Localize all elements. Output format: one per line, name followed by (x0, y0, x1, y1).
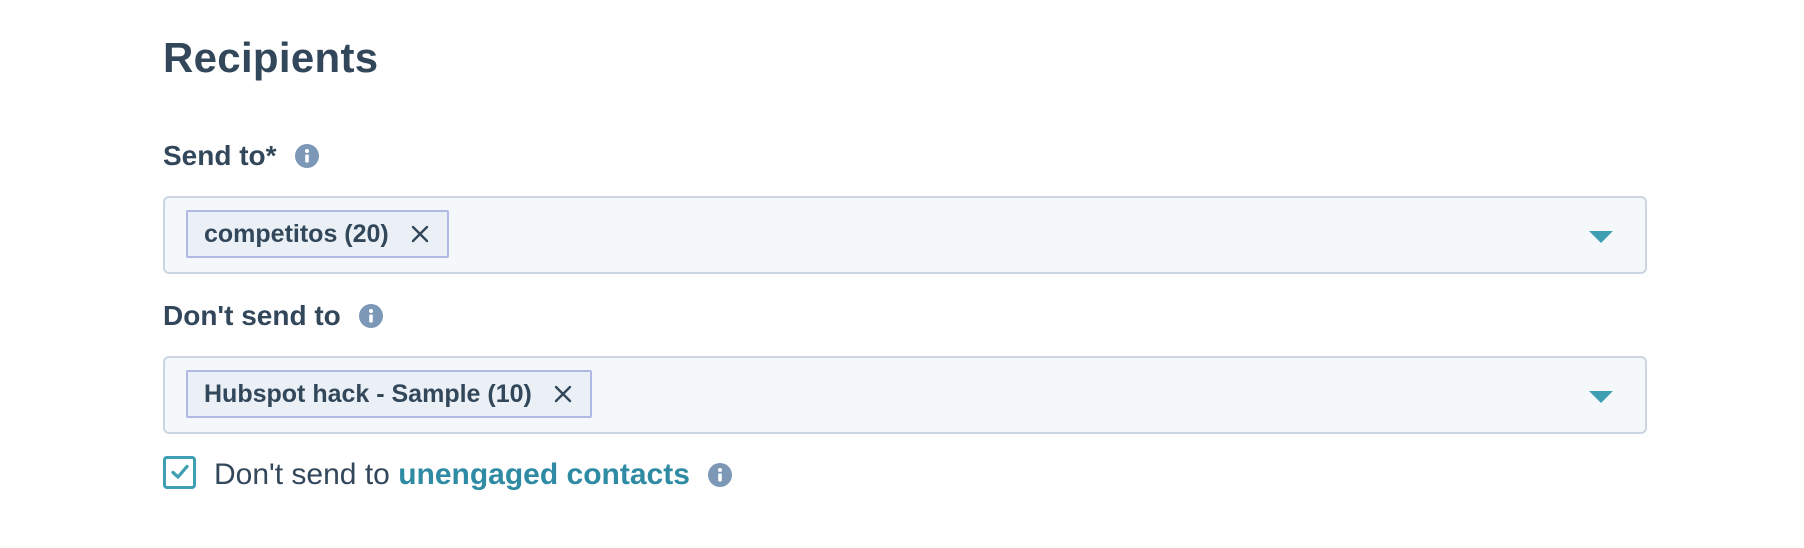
section-title: Recipients (163, 34, 379, 81)
dont-send-to-caret-down-icon[interactable] (1589, 391, 1613, 403)
send-to-tag: competitos (20) (186, 210, 449, 258)
dont-send-to-tag-label: Hubspot hack - Sample (10) (204, 379, 532, 408)
dont-send-to-label: Don't send to (163, 300, 341, 331)
send-to-label: Send to* (163, 140, 277, 171)
send-to-select[interactable]: competitos (20) (163, 196, 1647, 274)
unengaged-text-prefix: Don't send to (214, 458, 390, 491)
unengaged-text: Don't send to unengaged contacts (214, 458, 690, 492)
unengaged-contacts-row: Don't send to unengaged contacts (163, 455, 732, 492)
recipients-panel: Recipients Send to* competitos (20) Don'… (0, 0, 1804, 548)
checkmark-icon (170, 464, 189, 479)
unengaged-checkbox[interactable] (163, 455, 196, 489)
dont-send-to-info-icon[interactable] (358, 304, 383, 328)
unengaged-info-icon[interactable] (707, 463, 732, 487)
remove-tag-close-icon[interactable] (552, 383, 574, 405)
send-to-info-icon[interactable] (294, 144, 319, 168)
remove-tag-close-icon[interactable] (409, 223, 431, 245)
dont-send-to-select[interactable]: Hubspot hack - Sample (10) (163, 356, 1647, 434)
dont-send-to-label-row: Don't send to (163, 298, 383, 334)
send-to-caret-down-icon[interactable] (1589, 231, 1613, 243)
unengaged-contacts-link[interactable]: unengaged contacts (398, 458, 690, 491)
send-to-tag-label: competitos (20) (204, 219, 389, 248)
dont-send-to-tag: Hubspot hack - Sample (10) (186, 370, 592, 418)
send-to-label-row: Send to* (163, 138, 319, 174)
